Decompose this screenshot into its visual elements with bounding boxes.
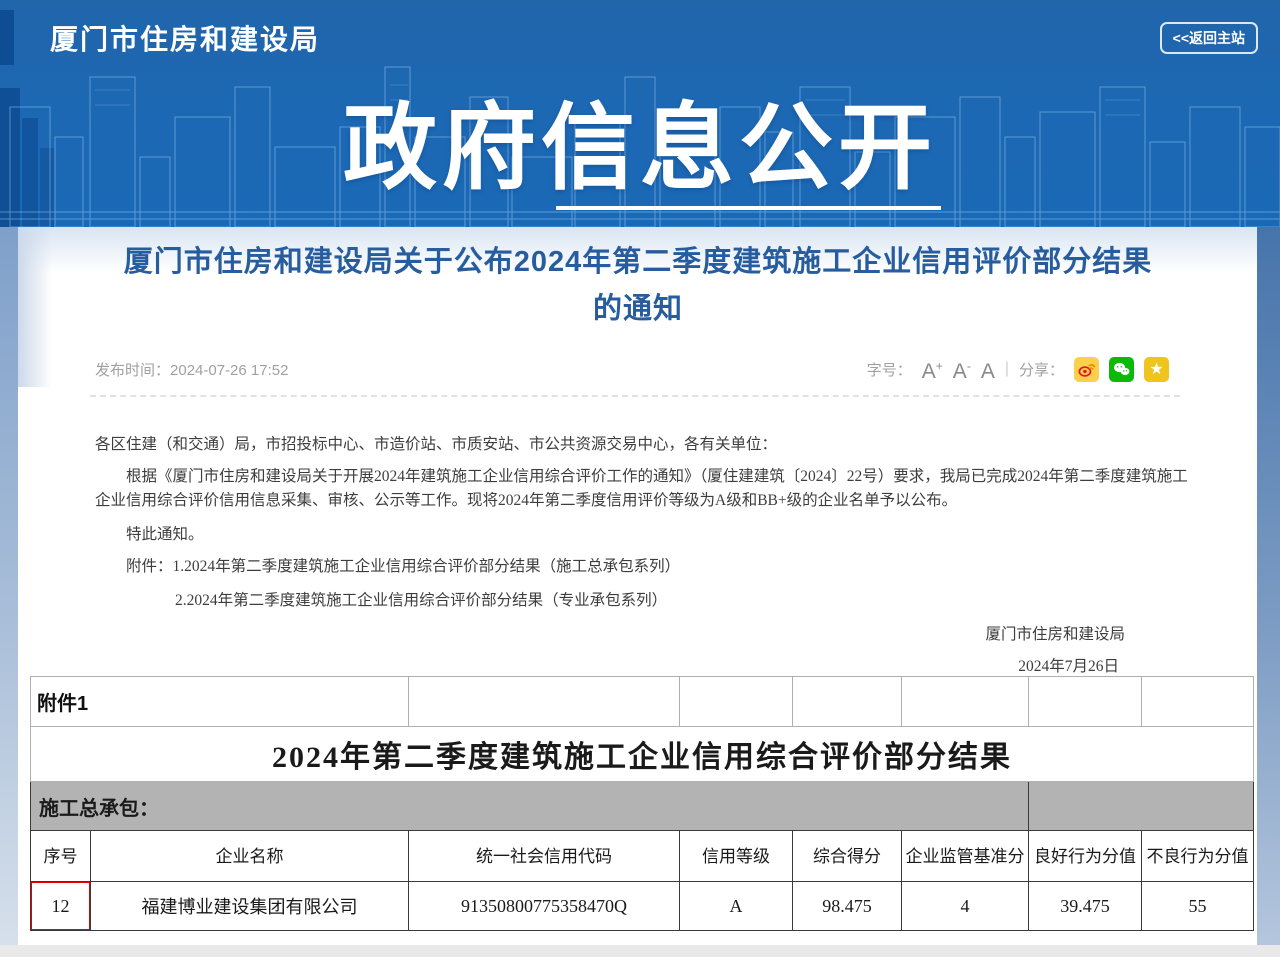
col-credit-grade: 信用等级 [680, 831, 793, 882]
empty-cell [1142, 677, 1254, 727]
content-card: 厦门市住房和建设局关于公布2024年第二季度建筑施工企业信用评价部分结果 的通知… [18, 227, 1257, 945]
attachment-label-row: 附件1 [31, 677, 1254, 727]
body-closing: 特此通知。 [95, 522, 204, 544]
col-company: 企业名称 [91, 831, 409, 882]
table-row: 12 福建博业建设集团有限公司 91350800775358470Q A 98.… [31, 882, 1254, 931]
back-to-main-site-button[interactable]: <<返回主站 [1160, 22, 1258, 54]
cell-seq: 12 [31, 882, 91, 931]
col-credit-code: 统一社会信用代码 [409, 831, 680, 882]
dashed-separator [90, 395, 1180, 397]
wechat-icon[interactable] [1109, 357, 1134, 382]
headline-underline [556, 206, 941, 210]
signature-agency: 厦门市住房和建设局 [985, 622, 1125, 644]
col-supervision-base: 企业监管基准分 [902, 831, 1029, 882]
empty-cell [793, 677, 902, 727]
section-row: 施工总承包： [31, 782, 1254, 831]
publish-time: 发布时间：2024-07-26 17:52 [95, 359, 288, 380]
left-margin-strip [0, 227, 18, 957]
signature-date: 2024年7月26日 [1018, 654, 1119, 676]
section-empty-cell [1029, 782, 1254, 831]
empty-cell [409, 677, 680, 727]
table-title-row: 2024年第二季度建筑施工企业信用综合评价部分结果 [31, 727, 1254, 782]
publish-time-label: 发布时间： [95, 362, 170, 379]
empty-cell [902, 677, 1029, 727]
col-bad-behavior: 不良行为分值 [1142, 831, 1254, 882]
attachment-line-1: 附件：1.2024年第二季度建筑施工企业信用综合评价部分结果（施工总承包系列） [95, 554, 680, 576]
article-title-line1: 厦门市住房和建设局关于公布2024年第二季度建筑施工企业信用评价部分结果 [58, 239, 1218, 286]
banner: 厦门市住房和建设局 <<返回主站 政府信息公开 [0, 0, 1280, 227]
publish-time-value: 2024-07-26 17:52 [170, 362, 288, 379]
meta-controls: 字号： A+ A- A | 分享： [867, 353, 1169, 385]
right-margin-strip [1257, 227, 1280, 957]
section-label: 施工总承包： [31, 782, 1029, 831]
credit-evaluation-table: 附件1 2024年第二季度建筑施工企业信用综合评价部分结果 施工总承包： 序号 [30, 676, 1254, 931]
attachment-line-2: 2.2024年第二季度建筑施工企业信用综合评价部分结果（专业承包系列） [175, 588, 667, 610]
table-header-row: 序号 企业名称 统一社会信用代码 信用等级 综合得分 企业监管基准分 良好行为分… [31, 831, 1254, 882]
cell-total-score: 98.475 [793, 882, 902, 931]
font-size-label: 字号： [867, 359, 912, 380]
cell-bad-behavior: 55 [1142, 882, 1254, 931]
table-title: 2024年第二季度建筑施工企业信用综合评价部分结果 [31, 727, 1254, 782]
article-title: 厦门市住房和建设局关于公布2024年第二季度建筑施工企业信用评价部分结果 的通知 [58, 239, 1218, 333]
qzone-star-icon[interactable]: ★ [1144, 357, 1169, 382]
attachment-label: 附件1 [31, 677, 409, 727]
cell-company: 福建博业建设集团有限公司 [91, 882, 409, 931]
cell-credit-code: 91350800775358470Q [409, 882, 680, 931]
bottom-band [0, 945, 1280, 957]
empty-cell [680, 677, 793, 727]
col-seq: 序号 [31, 831, 91, 882]
meta-divider: | [1005, 360, 1009, 378]
body-paragraph-1: 根据《厦门市住房和建设局关于开展2024年建筑施工企业信用综合评价工作的通知》（… [95, 465, 1195, 513]
cell-supervision-base: 4 [902, 882, 1029, 931]
col-total-score: 综合得分 [793, 831, 902, 882]
article-meta-row: 发布时间：2024-07-26 17:52 字号： A+ A- A | 分享： [18, 353, 1257, 385]
col-good-behavior: 良好行为分值 [1029, 831, 1142, 882]
cell-credit-grade: A [680, 882, 793, 931]
share-label: 分享： [1019, 359, 1064, 380]
font-size-increase-button[interactable]: A+ [922, 350, 943, 388]
cell-good-behavior: 39.475 [1029, 882, 1142, 931]
banner-headline: 政府信息公开 [0, 72, 1280, 208]
weibo-icon[interactable] [1074, 357, 1099, 382]
page: 厦门市住房和建设局 <<返回主站 政府信息公开 厦门市住房和建设局关于公布202… [0, 0, 1280, 957]
font-size-reset-button[interactable]: A [981, 350, 995, 388]
site-name: 厦门市住房和建设局 [50, 18, 320, 58]
font-size-decrease-button[interactable]: A- [953, 350, 971, 388]
empty-cell [1029, 677, 1142, 727]
article-title-line2: 的通知 [58, 286, 1218, 333]
salutation: 各区住建（和交通）局，市招投标中心、市造价站、市质安站、市公共资源交易中心，各有… [95, 432, 1190, 454]
